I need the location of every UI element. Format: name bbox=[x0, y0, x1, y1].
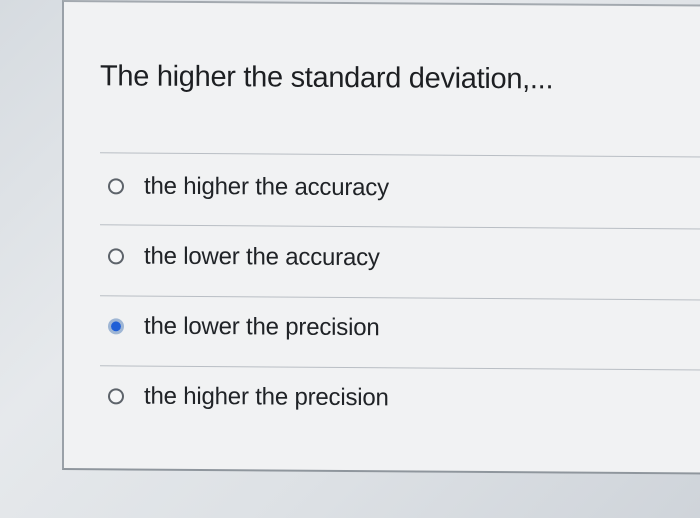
question-card: The higher the standard deviation,... th… bbox=[62, 0, 700, 475]
radio-checked-icon[interactable] bbox=[108, 318, 124, 335]
divider bbox=[100, 365, 700, 371]
radio-unchecked-icon[interactable] bbox=[108, 388, 124, 405]
option-higher-precision[interactable]: the higher the precision bbox=[108, 382, 389, 412]
option-lower-precision[interactable]: the lower the precision bbox=[108, 312, 380, 342]
option-label: the lower the precision bbox=[144, 312, 380, 342]
option-label: the lower the accuracy bbox=[144, 242, 380, 272]
radio-unchecked-icon[interactable] bbox=[108, 178, 124, 195]
divider bbox=[100, 295, 700, 301]
option-lower-accuracy[interactable]: the lower the accuracy bbox=[108, 242, 380, 272]
option-label: the higher the accuracy bbox=[144, 172, 389, 202]
option-higher-accuracy[interactable]: the higher the accuracy bbox=[108, 172, 389, 202]
question-text: The higher the standard deviation,... bbox=[100, 60, 554, 96]
option-label: the higher the precision bbox=[144, 382, 389, 412]
divider bbox=[100, 152, 700, 158]
radio-unchecked-icon[interactable] bbox=[108, 248, 124, 265]
divider bbox=[100, 224, 700, 230]
